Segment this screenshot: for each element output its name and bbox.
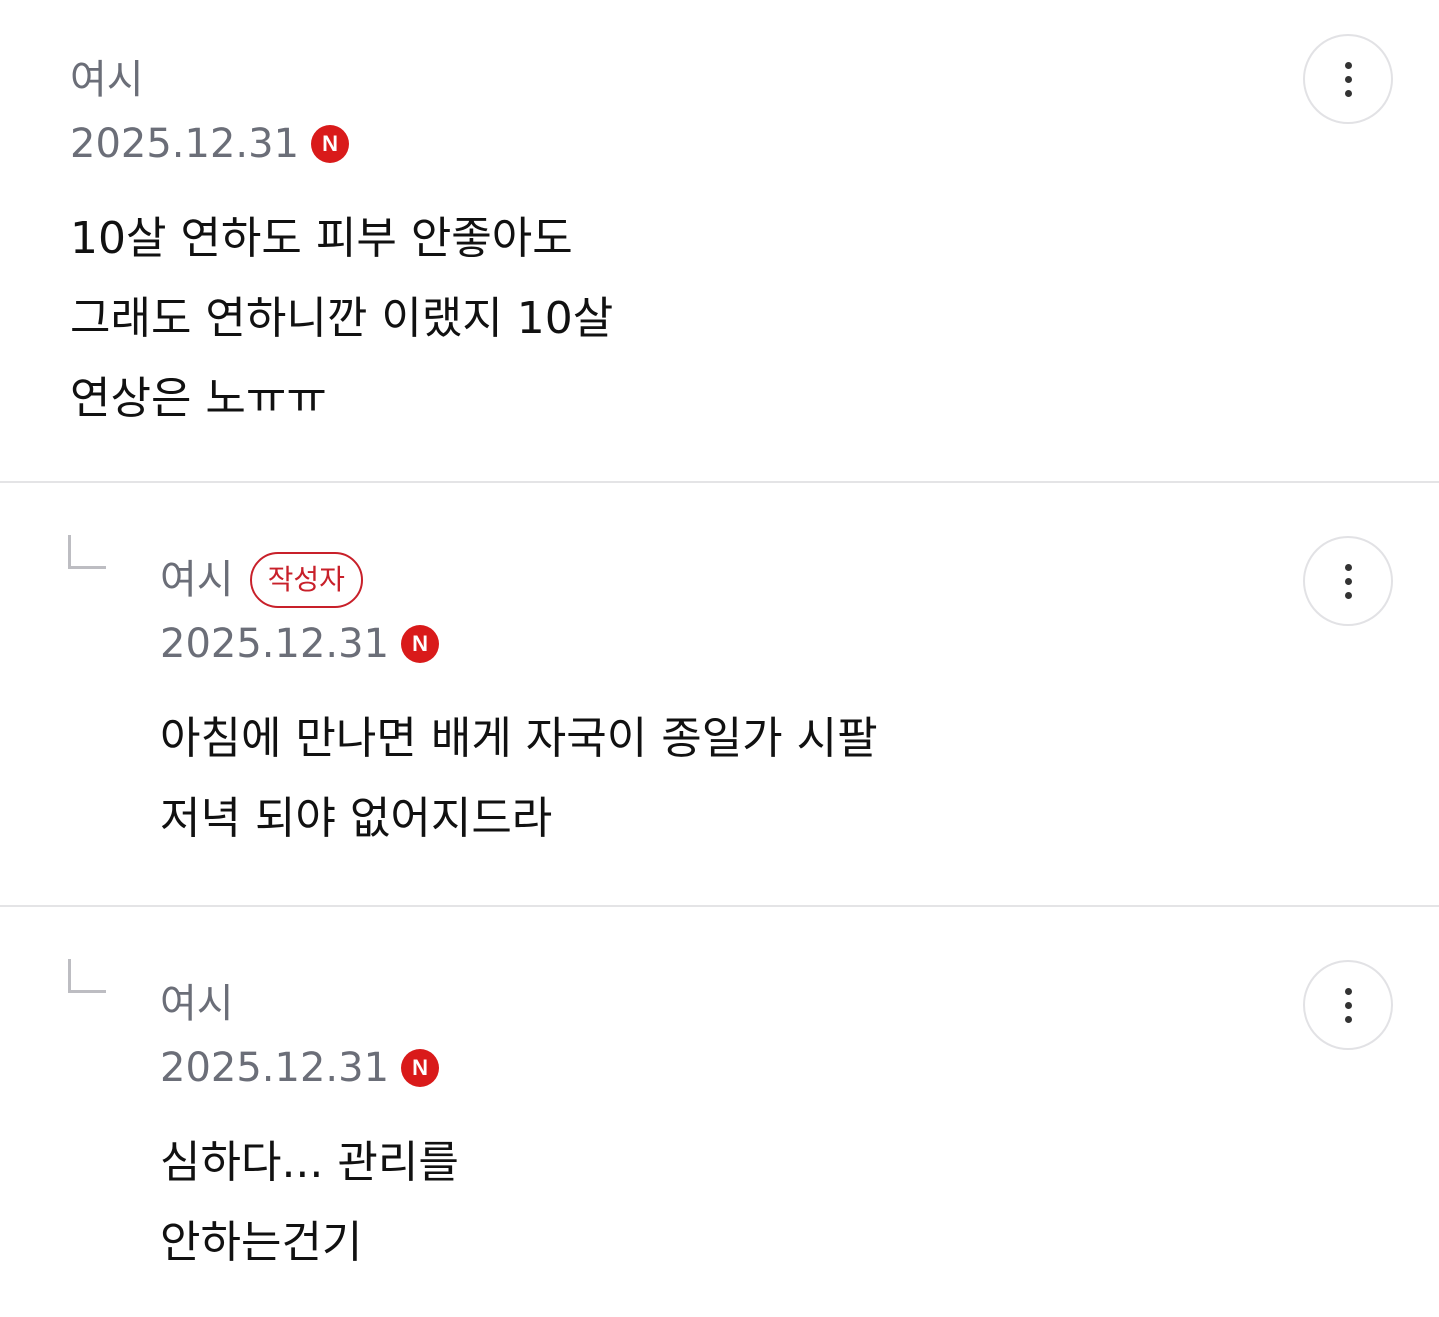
comment-text-line: 심하다... 관리를 <box>160 1137 459 1188</box>
more-vertical-icon <box>1344 58 1352 100</box>
author-name[interactable]: 여시 <box>160 979 234 1029</box>
new-badge-icon: N <box>401 625 440 663</box>
more-options-button[interactable] <box>1303 34 1393 124</box>
comment-text-line: 10살 연하도 피부 안좋아도 <box>70 213 573 264</box>
reply-comment: 여시 작성자 2025.12.31 N 아침에 만나면 배게 자국이 종일가 시… <box>0 483 1439 907</box>
date-row: 2025.12.31 N <box>160 1043 459 1093</box>
comment-body: 아침에 만나면 배게 자국이 종일가 시팔 저녁 되야 없어지드라 <box>160 699 878 859</box>
date-row: 2025.12.31 N <box>160 619 878 669</box>
comment-text-line: 연상은 노ㅠㅠ <box>70 373 327 424</box>
author-badge: 작성자 <box>249 552 363 608</box>
comment-text-line: 저녁 되야 없어지드라 <box>160 793 553 844</box>
comment-body: 10살 연하도 피부 안좋아도 그래도 연하니깐 이랬지 10살 연상은 노ㅠㅠ <box>70 199 613 439</box>
comment-content: 여시 작성자 2025.12.31 N 아침에 만나면 배게 자국이 종일가 시… <box>160 552 878 859</box>
comment-text-line: 그래도 연하니깐 이랬지 10살 <box>70 293 614 344</box>
reply-comment: 여시 2025.12.31 N 심하다... 관리를 안하는건기 <box>0 907 1439 1313</box>
author-row: 여시 <box>70 55 613 105</box>
author-name[interactable]: 여시 <box>160 555 234 605</box>
new-badge-icon: N <box>401 1049 440 1087</box>
comment-content: 여시 2025.12.31 N 심하다... 관리를 안하는건기 <box>160 979 459 1283</box>
more-options-button[interactable] <box>1303 536 1393 626</box>
author-row: 여시 작성자 <box>160 552 878 608</box>
comment-text-line: 아침에 만나면 배게 자국이 종일가 시팔 <box>160 713 878 764</box>
comment-thread: 여시 2025.12.31 N 10살 연하도 피부 안좋아도 그래도 연하니깐… <box>0 0 1439 1317</box>
comment-body: 심하다... 관리를 안하는건기 <box>160 1123 459 1283</box>
new-badge-icon: N <box>311 125 350 163</box>
more-vertical-icon <box>1344 984 1352 1026</box>
author-row: 여시 <box>160 979 459 1029</box>
more-vertical-icon <box>1344 560 1352 602</box>
comment-date: 2025.12.31 <box>160 1045 390 1091</box>
reply-arrow-icon <box>68 535 106 569</box>
date-row: 2025.12.31 N <box>70 119 613 169</box>
author-name[interactable]: 여시 <box>70 55 144 105</box>
comment-date: 2025.12.31 <box>70 121 300 167</box>
comment-text-line: 안하는건기 <box>160 1217 363 1268</box>
comment: 여시 2025.12.31 N 10살 연하도 피부 안좋아도 그래도 연하니깐… <box>0 0 1439 483</box>
comment-content: 여시 2025.12.31 N 10살 연하도 피부 안좋아도 그래도 연하니깐… <box>70 55 613 439</box>
reply-arrow-icon <box>68 959 106 993</box>
more-options-button[interactable] <box>1303 960 1393 1050</box>
comment-date: 2025.12.31 <box>160 621 390 667</box>
